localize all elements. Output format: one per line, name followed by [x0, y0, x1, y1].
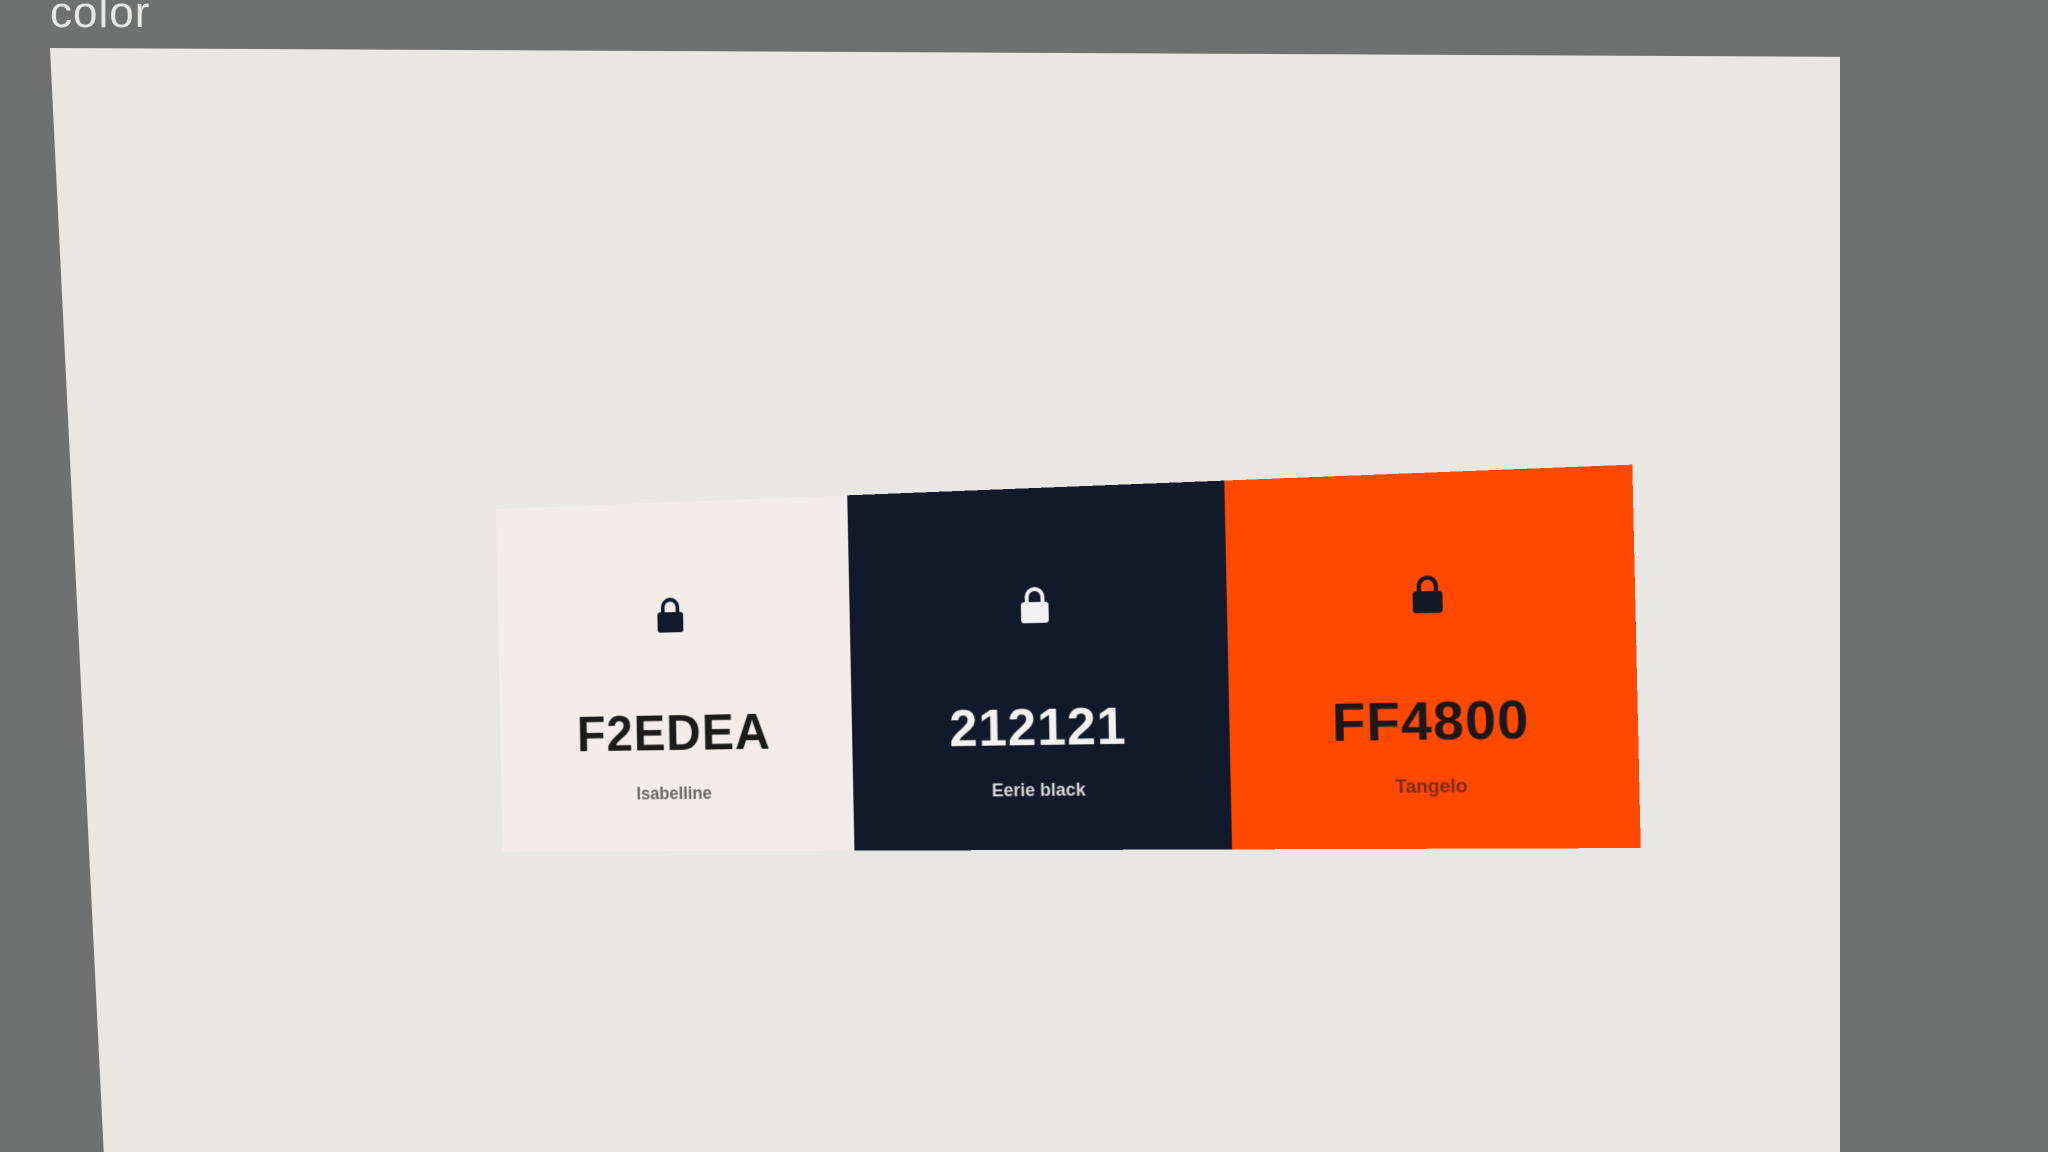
color-swatch-tangelo[interactable]: FF4800 Tangelo [1225, 465, 1641, 850]
lock-icon[interactable] [655, 596, 687, 633]
hex-code[interactable]: 212121 [851, 694, 1230, 760]
hex-code[interactable]: F2EDEA [500, 701, 852, 764]
hex-code[interactable]: FF4800 [1229, 687, 1638, 756]
color-swatch-isabelline[interactable]: F2EDEA Isabelline [496, 495, 854, 851]
section-heading: color [50, 0, 150, 38]
color-swatch-eerie-black[interactable]: 212121 Eerie black [847, 481, 1233, 851]
color-name: Tangelo [1231, 774, 1640, 800]
lock-icon[interactable] [1018, 586, 1052, 625]
color-palette: F2EDEA Isabelline 212121 Eerie black FF4… [496, 465, 1641, 852]
color-name: Eerie black [853, 778, 1232, 802]
lock-icon[interactable] [1409, 574, 1446, 614]
canvas-area: F2EDEA Isabelline 212121 Eerie black FF4… [50, 48, 1840, 1152]
color-name: Isabelline [501, 782, 853, 805]
